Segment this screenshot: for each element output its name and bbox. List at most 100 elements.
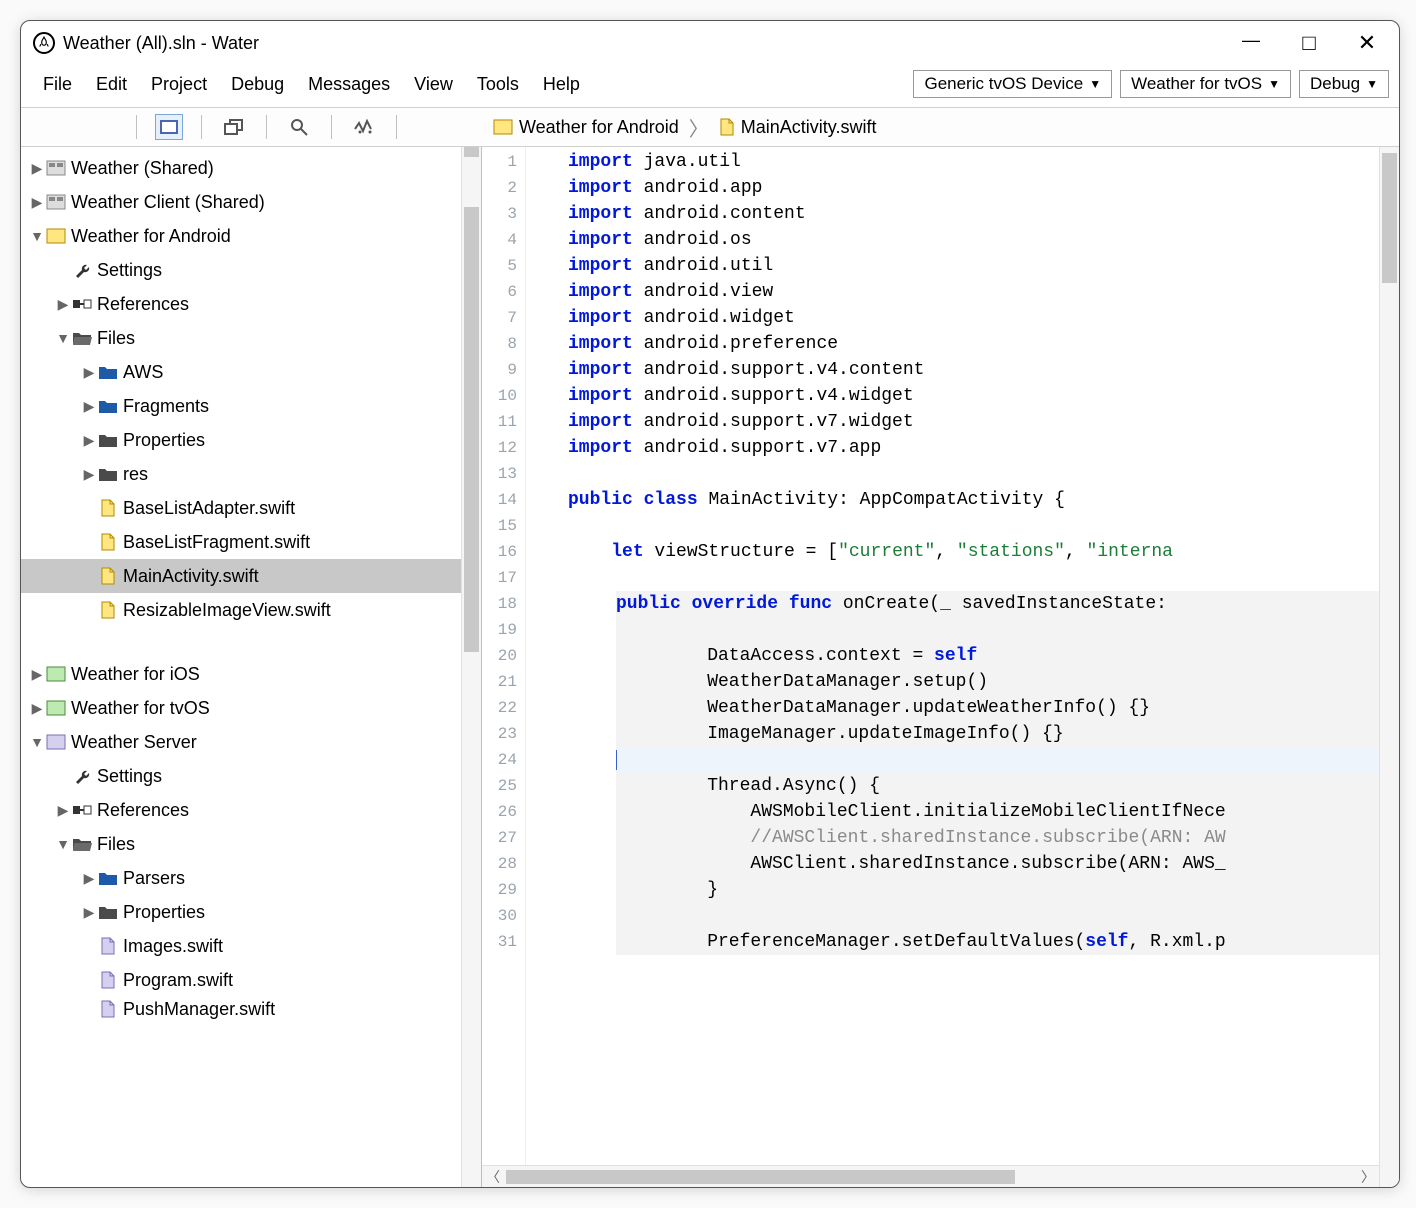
proj-green-icon	[45, 665, 67, 683]
line-gutter: 1234567891011121314151617181920212223242…	[482, 147, 526, 1187]
tree-item-label: Weather for iOS	[71, 664, 200, 685]
menu-view[interactable]: View	[402, 70, 465, 99]
tree-item-label: Program.swift	[123, 970, 233, 991]
breadcrumb-file[interactable]: MainActivity.swift	[719, 117, 877, 138]
tree-item[interactable]: ▼Weather for Android	[21, 219, 461, 253]
search-icon[interactable]	[285, 114, 313, 140]
tree-item-label: Properties	[123, 430, 205, 451]
expand-icon[interactable]: ▶	[55, 296, 71, 313]
activity-icon[interactable]	[350, 114, 378, 140]
wrench-icon	[71, 261, 93, 279]
project-tree-panel: ▶Weather (Shared)▶Weather Client (Shared…	[21, 147, 481, 1187]
tree-scrollbar[interactable]	[461, 147, 481, 1187]
scroll-right-icon[interactable]: 〉	[1361, 1167, 1375, 1187]
tree-item[interactable]: ▼ Weather Server	[21, 725, 461, 759]
tree-item[interactable]: ▶ Weather for iOS	[21, 657, 461, 691]
maximize-button[interactable]: □	[1299, 30, 1319, 56]
code-editor[interactable]: 1234567891011121314151617181920212223242…	[481, 147, 1399, 1187]
tree-item[interactable]: ▶References	[21, 793, 461, 827]
file-swift-icon	[97, 499, 119, 517]
file-swift-icon	[97, 533, 119, 551]
tree-item[interactable]: BaseListAdapter.swift	[21, 491, 461, 525]
tree-item[interactable]: ▶Weather (Shared)	[21, 151, 461, 185]
tree-item[interactable]: ▶AWS	[21, 355, 461, 389]
app-logo-icon	[33, 32, 55, 54]
project-icon	[493, 119, 513, 135]
config-selector[interactable]: Debug▼	[1299, 70, 1389, 98]
expand-icon[interactable]: ▶	[29, 700, 45, 717]
proj-yellow-icon	[45, 227, 67, 245]
folder-dark-icon	[97, 431, 119, 449]
tree-item-label: PushManager.swift	[123, 999, 275, 1020]
proj-lilac-icon	[45, 733, 67, 751]
refs-icon	[71, 295, 93, 313]
menu-debug[interactable]: Debug	[219, 70, 296, 99]
expand-icon[interactable]: ▶	[81, 466, 97, 483]
tree-item-label: ResizableImageView.swift	[123, 600, 331, 621]
menu-project[interactable]: Project	[139, 70, 219, 99]
folder-dark-icon	[97, 465, 119, 483]
code-area[interactable]: import java.utilimport android.appimport…	[526, 147, 1379, 1187]
tree-item[interactable]: Program.swift	[21, 963, 461, 997]
tree-item[interactable]: ▶References	[21, 287, 461, 321]
tree-item[interactable]: ▶ Weather Client (Shared)	[21, 185, 461, 219]
tree-item-label: Weather Client (Shared)	[71, 192, 265, 213]
tree-item-label: BaseListAdapter.swift	[123, 498, 295, 519]
menu-messages[interactable]: Messages	[296, 70, 402, 99]
expand-icon[interactable]: ▶	[81, 398, 97, 415]
expand-icon[interactable]: ▶	[81, 870, 97, 887]
tree-item-label: Settings	[97, 766, 162, 787]
collapse-icon[interactable]: ▼	[55, 330, 71, 346]
tree-item[interactable]: ▶Fragments	[21, 389, 461, 423]
tree-item-label: res	[123, 464, 148, 485]
editor-vertical-scrollbar[interactable]	[1379, 147, 1399, 1187]
breadcrumb-project[interactable]: Weather for Android	[493, 117, 679, 138]
target-selector[interactable]: Weather for tvOS▼	[1120, 70, 1291, 98]
expand-icon[interactable]: ▶	[29, 160, 45, 177]
tree-item[interactable]: BaseListFragment.swift	[21, 525, 461, 559]
tree-item[interactable]: ▶Properties	[21, 895, 461, 929]
expand-icon[interactable]: ▶	[81, 364, 97, 381]
expand-icon[interactable]: ▶	[55, 802, 71, 819]
app-window: Weather (All).sln - Water — □ ✕ FileEdit…	[20, 20, 1400, 1188]
tree-item[interactable]: Images.swift	[21, 929, 461, 963]
tree-item[interactable]: ResizableImageView.swift	[21, 593, 461, 627]
view-stack-icon[interactable]	[220, 114, 248, 140]
tree-item-label: Settings	[97, 260, 162, 281]
tree-item[interactable]: ▶ res	[21, 457, 461, 491]
expand-icon[interactable]: ▶	[81, 904, 97, 921]
tree-item[interactable]: Settings	[21, 253, 461, 287]
refs-icon	[71, 801, 93, 819]
folder-open-icon	[71, 329, 93, 347]
tree-item[interactable]: ▶ Parsers	[21, 861, 461, 895]
tree-item-label: Parsers	[123, 868, 185, 889]
tree-item[interactable]: Settings	[21, 759, 461, 793]
close-button[interactable]: ✕	[1357, 30, 1377, 56]
tree-item-label: Weather Server	[71, 732, 197, 753]
menu-edit[interactable]: Edit	[84, 70, 139, 99]
collapse-icon[interactable]: ▼	[55, 836, 71, 852]
tree-item[interactable]: PushManager.swift	[21, 997, 461, 1021]
minimize-button[interactable]: —	[1241, 30, 1261, 56]
tree-item[interactable]: ▼Files	[21, 827, 461, 861]
editor-horizontal-scrollbar[interactable]: 〈 〉	[482, 1165, 1379, 1187]
scroll-left-icon[interactable]: 〈	[486, 1167, 500, 1187]
tree-toolbar	[21, 107, 481, 147]
folder-dark-icon	[97, 903, 119, 921]
collapse-icon[interactable]: ▼	[29, 734, 45, 750]
tree-item[interactable]: ▶Weather for tvOS	[21, 691, 461, 725]
menubar: FileEditProjectDebugMessagesViewToolsHel…	[21, 65, 1399, 107]
tree-item[interactable]: MainActivity.swift	[21, 559, 461, 593]
tree-item-label: BaseListFragment.swift	[123, 532, 310, 553]
tree-item[interactable]: ▼Files	[21, 321, 461, 355]
view-projects-icon[interactable]	[155, 114, 183, 140]
expand-icon[interactable]: ▶	[29, 194, 45, 211]
menu-help[interactable]: Help	[531, 70, 592, 99]
menu-file[interactable]: File	[31, 70, 84, 99]
collapse-icon[interactable]: ▼	[29, 228, 45, 244]
expand-icon[interactable]: ▶	[81, 432, 97, 449]
tree-item[interactable]: ▶ Properties	[21, 423, 461, 457]
expand-icon[interactable]: ▶	[29, 666, 45, 683]
menu-tools[interactable]: Tools	[465, 70, 531, 99]
device-selector[interactable]: Generic tvOS Device▼	[913, 70, 1112, 98]
